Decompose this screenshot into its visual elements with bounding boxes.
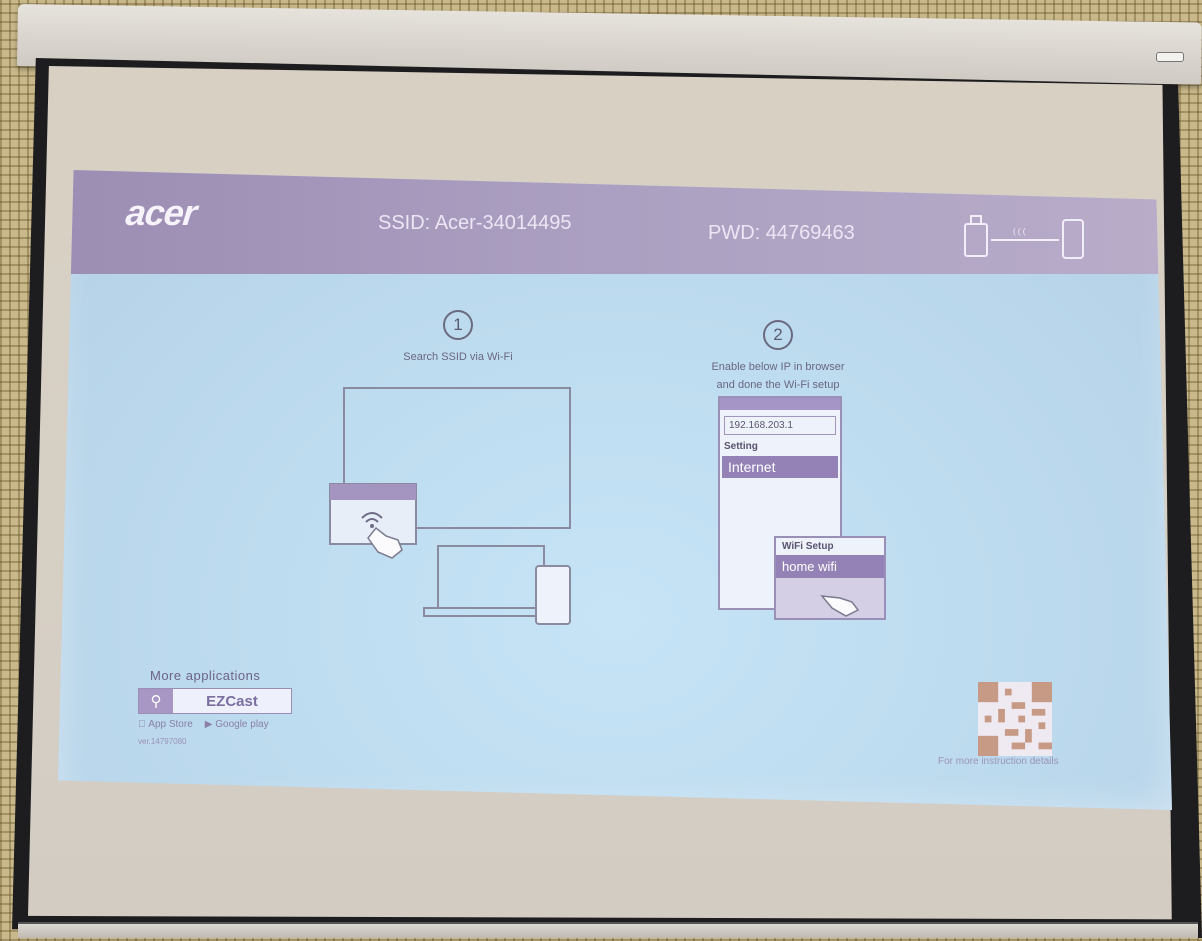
qr-caption: For more instruction details (938, 756, 1059, 767)
store-links:  App Store ▶ Google play (138, 719, 269, 730)
version-text: ver.14797080 (138, 737, 187, 746)
step-2: 2 Enable below IP in browser and done th… (678, 320, 878, 394)
step-1-illustration (329, 387, 571, 625)
ezcast-label: EZCast (206, 692, 258, 710)
step-2-text-line2: and done the Wi-Fi setup (716, 379, 840, 391)
screen-bottom-bar (18, 922, 1198, 938)
step-2-number: 2 (763, 320, 793, 350)
phone-icon (535, 565, 571, 625)
password-label: PWD: 44769463 (708, 222, 855, 244)
pointing-hand-icon (820, 595, 860, 617)
app-store-link[interactable]:  App Store (138, 719, 193, 730)
phone-icon (1062, 219, 1084, 259)
qr-code-icon (978, 682, 1052, 756)
dongle-icon (964, 223, 988, 257)
housing-badge (1156, 52, 1184, 62)
step-2-illustration: 192.168.203.1 Setting Internet WiFi Setu… (678, 396, 908, 636)
step-1-number: 1 (443, 310, 473, 340)
address-bar: 192.168.203.1 (724, 416, 836, 435)
acer-logo: acer (123, 192, 199, 233)
laptop-icon (437, 545, 545, 609)
step-1-text: Search SSID via Wi-Fi (403, 351, 513, 363)
step-1: 1 Search SSID via Wi-Fi (378, 310, 538, 366)
projected-image: acer SSID: Acer-34014495 PWD: 44769463 (… (58, 170, 1172, 810)
search-icon: ⚲ (139, 689, 173, 713)
ssid-label: SSID: Acer-34014495 (378, 212, 572, 234)
svg-text:( ( (: ( ( ( (1013, 227, 1026, 236)
google-play-link[interactable]: ▶ Google play (205, 719, 269, 730)
setting-label: Setting (724, 441, 758, 452)
step-2-text-line1: Enable below IP in browser (711, 361, 845, 373)
wifi-setup-label: WiFi Setup (776, 538, 884, 555)
more-applications-label: More applications (150, 668, 261, 683)
ezcast-search[interactable]: ⚲ EZCast (138, 688, 292, 714)
dongle-to-phone-icon: ( ( ( (964, 215, 1084, 259)
internet-item: Internet (722, 456, 838, 478)
home-wifi-item: home wifi (776, 555, 884, 578)
